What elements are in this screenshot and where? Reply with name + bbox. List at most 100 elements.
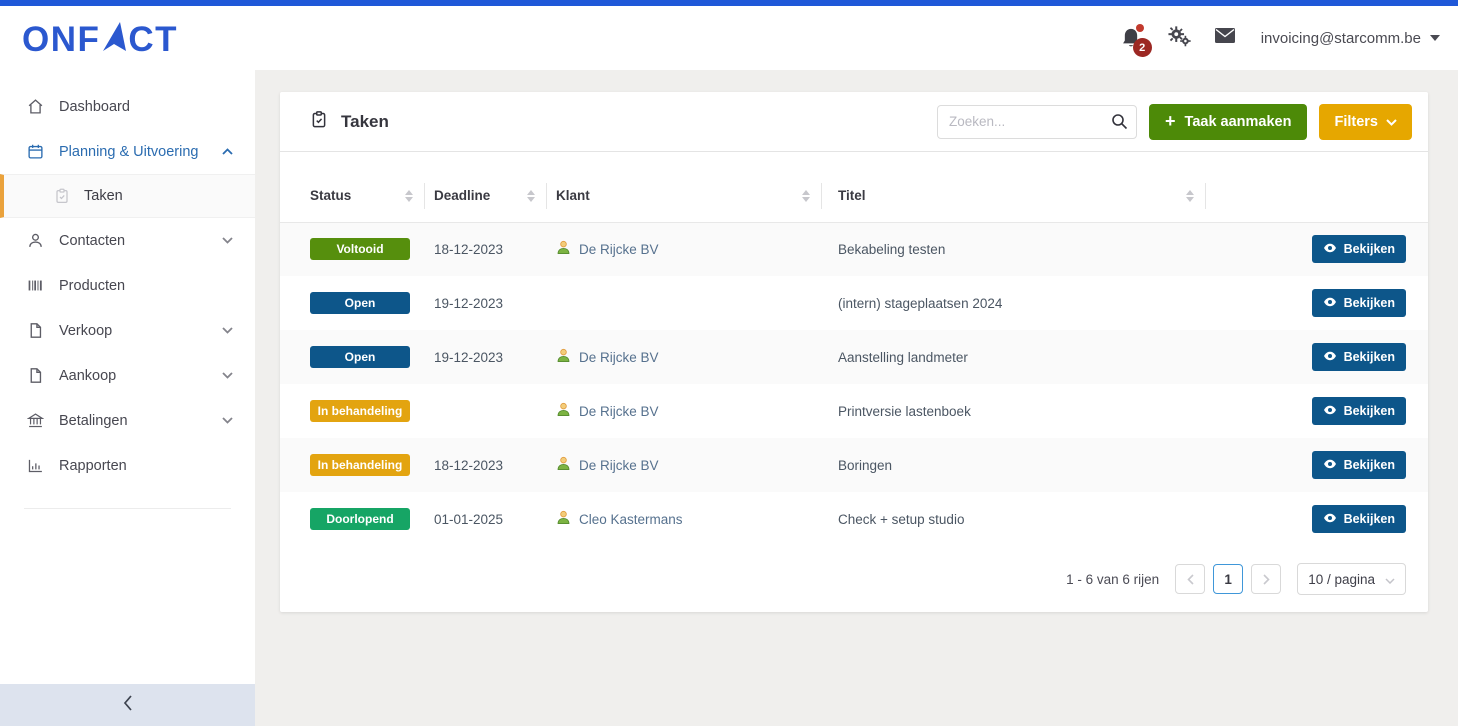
view-button[interactable]: Bekijken	[1312, 289, 1406, 317]
klant-link[interactable]: De Rijcke BV	[556, 402, 822, 420]
deadline-cell: 19-12-2023	[425, 330, 547, 384]
home-icon	[27, 98, 44, 115]
sidebar-item-aankoop[interactable]: Aankoop	[0, 353, 255, 398]
pagination-next-button[interactable]	[1251, 564, 1281, 594]
create-task-button[interactable]: + Taak aanmaken	[1149, 104, 1307, 140]
calendar-icon	[27, 143, 44, 160]
clipboard-check-icon	[310, 110, 328, 134]
sidebar-item-rapporten[interactable]: Rapporten	[0, 443, 255, 488]
sidebar-item-verkoop[interactable]: Verkoop	[0, 308, 255, 353]
view-button[interactable]: Bekijken	[1312, 235, 1406, 263]
sidebar-item-label: Contacten	[59, 233, 125, 249]
sort-icon[interactable]	[1186, 190, 1194, 202]
sidebar-item-label: Taken	[84, 188, 123, 204]
klant-link[interactable]: De Rijcke BV	[556, 348, 822, 366]
bar-chart-icon	[27, 457, 44, 474]
notifications-button[interactable]: 2	[1121, 27, 1143, 49]
tasks-table: Status Deadline Klant Titel	[280, 170, 1428, 546]
view-button[interactable]: Bekijken	[1312, 343, 1406, 371]
barcode-icon	[27, 277, 44, 294]
sort-icon[interactable]	[802, 190, 810, 202]
table-row: Open 19-12-2023 (intern) stageplaatsen 2…	[280, 276, 1428, 330]
sidebar-item-label: Verkoop	[59, 323, 112, 339]
avatar-icon	[556, 348, 571, 366]
chevron-down-icon	[1430, 35, 1440, 41]
sort-icon[interactable]	[527, 190, 535, 202]
deadline-cell	[425, 384, 547, 438]
envelope-icon	[1215, 28, 1235, 48]
pagination-prev-button[interactable]	[1175, 564, 1205, 594]
klant-link[interactable]: Cleo Kastermans	[556, 510, 822, 528]
column-header-titel[interactable]: Titel	[822, 170, 1206, 222]
klant-link[interactable]: De Rijcke BV	[556, 456, 822, 474]
sidebar-item-label: Dashboard	[59, 99, 130, 115]
filters-label: Filters	[1334, 114, 1378, 130]
messages-button[interactable]	[1215, 28, 1235, 48]
chevron-down-icon	[222, 417, 233, 424]
status-badge: Open	[310, 292, 410, 314]
chevron-left-icon	[123, 695, 133, 716]
klant-link[interactable]: De Rijcke BV	[556, 240, 822, 258]
sidebar-item-contacten[interactable]: Contacten	[0, 218, 255, 263]
status-badge: Doorlopend	[310, 508, 410, 530]
table-row: In behandeling 18-12-2023 De Rijcke BV B…	[280, 438, 1428, 492]
column-header-deadline[interactable]: Deadline	[425, 170, 547, 222]
eye-icon	[1323, 350, 1337, 364]
eye-icon	[1323, 512, 1337, 526]
eye-icon	[1323, 296, 1337, 310]
titel-cell: Boringen	[822, 438, 1206, 492]
status-badge: In behandeling	[310, 454, 410, 476]
search-box	[937, 105, 1137, 139]
sidebar-item-taken[interactable]: Taken	[0, 174, 255, 218]
user-account-menu[interactable]: invoicing@starcomm.be	[1261, 30, 1440, 47]
view-button[interactable]: Bekijken	[1312, 451, 1406, 479]
pagination: 1 - 6 van 6 rijen 1 10 / pagina	[280, 546, 1428, 600]
chevron-down-icon	[1385, 572, 1395, 587]
document-icon	[27, 367, 44, 384]
titel-cell: Aanstelling landmeter	[822, 330, 1206, 384]
plus-icon: +	[1165, 112, 1176, 130]
settings-button[interactable]	[1167, 25, 1191, 52]
sidebar-divider	[24, 508, 231, 509]
avatar-icon	[556, 402, 571, 420]
document-icon	[27, 322, 44, 339]
user-icon	[27, 232, 44, 249]
sort-icon[interactable]	[405, 190, 413, 202]
sidebar-item-planning-uitvoering[interactable]: Planning & Uitvoering	[0, 129, 255, 174]
column-header-klant[interactable]: Klant	[547, 170, 822, 222]
notification-badge: 2	[1133, 38, 1152, 57]
filters-button[interactable]: Filters	[1319, 104, 1412, 140]
avatar-icon	[556, 510, 571, 528]
sidebar-item-dashboard[interactable]: Dashboard	[0, 84, 255, 129]
titel-cell: Printversie lastenboek	[822, 384, 1206, 438]
pagination-summary: 1 - 6 van 6 rijen	[1066, 572, 1159, 587]
deadline-cell: 19-12-2023	[425, 276, 547, 330]
onfact-logo[interactable]: ONF CT	[22, 21, 178, 56]
sidebar-collapse-button[interactable]	[0, 684, 255, 726]
sidebar-item-betalingen[interactable]: Betalingen	[0, 398, 255, 443]
panel-header: Taken + Taak aanmaken Filters	[280, 92, 1428, 152]
sidebar-item-producten[interactable]: Producten	[0, 263, 255, 308]
table-row: Voltooid 18-12-2023 De Rijcke BV Bekabel…	[280, 222, 1428, 276]
view-button[interactable]: Bekijken	[1312, 397, 1406, 425]
eye-icon	[1323, 242, 1337, 256]
column-header-status[interactable]: Status	[280, 170, 425, 222]
status-badge: In behandeling	[310, 400, 410, 422]
pagination-page-1[interactable]: 1	[1213, 564, 1243, 594]
clipboard-check-icon	[53, 188, 70, 204]
table-row: Open 19-12-2023 De Rijcke BV Aanstelling…	[280, 330, 1428, 384]
chevron-down-icon	[222, 372, 233, 379]
chevron-down-icon	[222, 237, 233, 244]
deadline-cell: 18-12-2023	[425, 222, 547, 276]
notification-dot	[1136, 24, 1144, 32]
sidebar-item-label: Producten	[59, 278, 125, 294]
header-actions: 2	[1121, 25, 1440, 52]
app-header: ONF CT 2	[0, 6, 1458, 70]
bank-icon	[27, 412, 44, 429]
page-title: Taken	[341, 112, 389, 132]
eye-icon	[1323, 404, 1337, 418]
search-input[interactable]	[937, 105, 1137, 139]
search-icon[interactable]	[1111, 113, 1128, 135]
page-size-select[interactable]: 10 / pagina	[1297, 563, 1406, 595]
view-button[interactable]: Bekijken	[1312, 505, 1406, 533]
